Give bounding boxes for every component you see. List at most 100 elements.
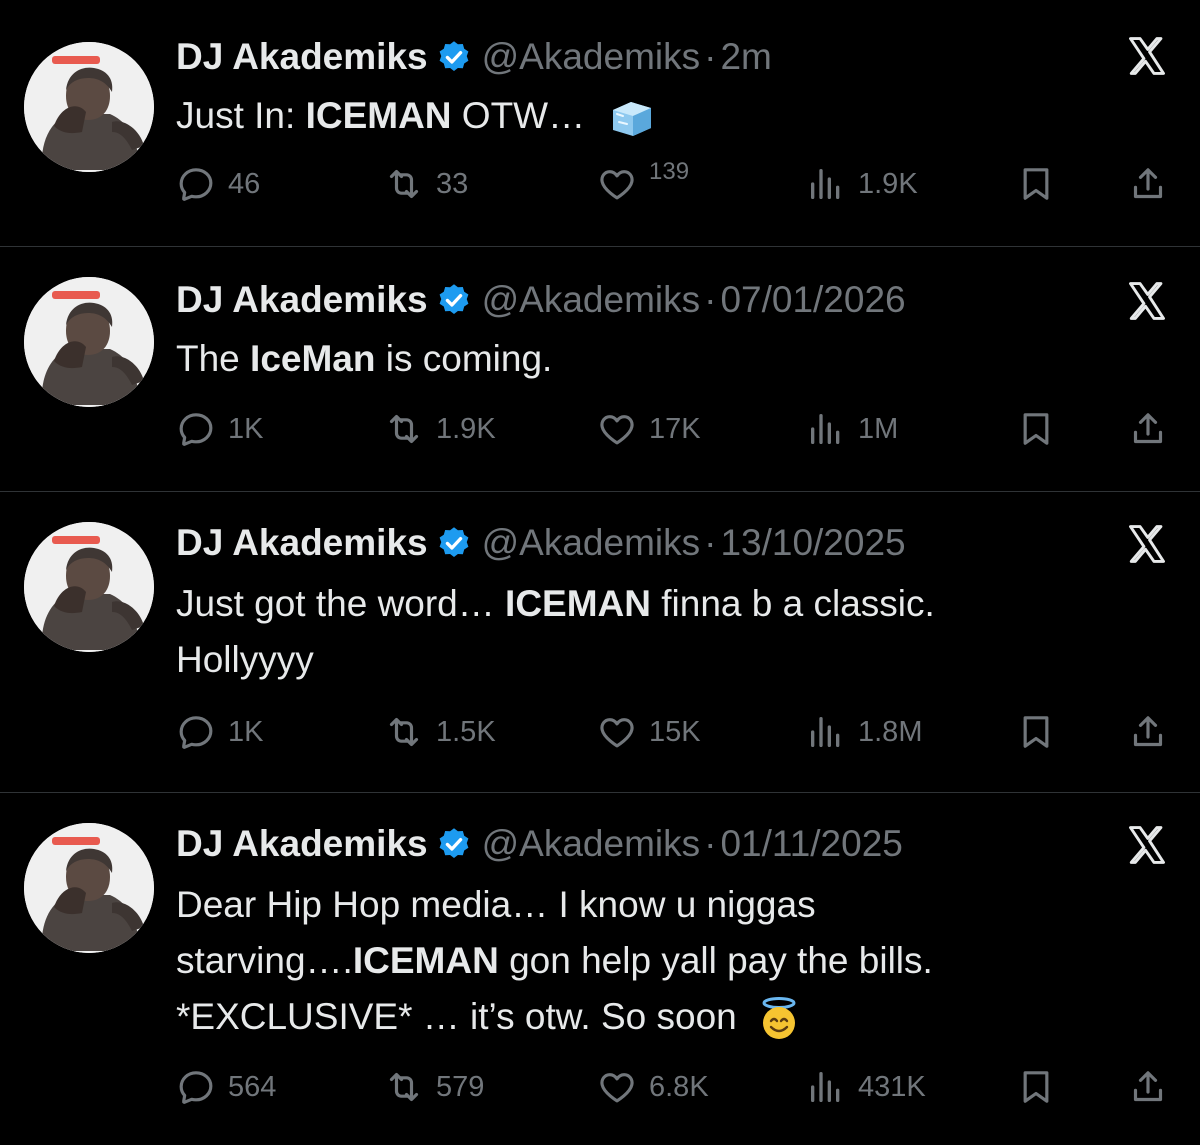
like-icon xyxy=(597,712,637,752)
tweet-text: Dear Hip Hop media… I know u niggas star… xyxy=(176,877,1096,1045)
avatar[interactable] xyxy=(24,823,154,953)
x-logo-icon xyxy=(1122,279,1172,323)
reply-count: 564 xyxy=(228,1070,277,1103)
text-segment: Dear Hip Hop media… I know u niggas xyxy=(176,884,816,925)
share-icon xyxy=(1128,712,1168,752)
author-handle[interactable]: @Akademiks xyxy=(482,823,701,865)
share-button[interactable] xyxy=(1128,409,1168,449)
repost-button[interactable]: 1.5K xyxy=(384,712,496,752)
bookmark-icon xyxy=(1016,164,1056,204)
reply-icon xyxy=(176,164,216,204)
separator: · xyxy=(704,36,717,77)
x-logo-icon xyxy=(1122,823,1172,867)
repost-button[interactable]: 33 xyxy=(384,164,468,204)
share-button[interactable] xyxy=(1128,712,1168,752)
text-segment: is coming. xyxy=(375,338,553,379)
repost-button[interactable]: 579 xyxy=(384,1067,484,1107)
share-button[interactable] xyxy=(1128,1067,1168,1107)
author-handle[interactable]: @Akademiks xyxy=(482,279,701,321)
like-button[interactable]: 15K xyxy=(597,712,701,752)
text-segment: starving…. xyxy=(176,940,353,981)
share-icon xyxy=(1128,409,1168,449)
tweet-header: DJ Akademiks @Akademiks · 13/10/2025 xyxy=(176,522,906,564)
ice-cube-icon xyxy=(613,102,652,137)
author-name[interactable]: DJ Akademiks xyxy=(176,522,428,564)
views-button[interactable]: 431K xyxy=(806,1067,926,1107)
reply-count: 1K xyxy=(228,412,264,445)
reply-icon xyxy=(176,409,216,449)
timestamp[interactable]: 13/10/2025 xyxy=(720,522,905,564)
bookmark-button[interactable] xyxy=(1016,712,1056,752)
share-icon xyxy=(1128,164,1168,204)
verified-badge-icon xyxy=(436,525,472,561)
action-bar: 1K 1.5K 15K 1.8M xyxy=(0,712,1200,756)
bookmark-button[interactable] xyxy=(1016,164,1056,204)
text-line: *EXCLUSIVE* … it’s otw. So soon xyxy=(176,989,1096,1045)
views-button[interactable]: 1.9K xyxy=(806,164,918,204)
timestamp[interactable]: 07/01/2026 xyxy=(720,279,905,321)
share-button[interactable] xyxy=(1128,164,1168,204)
tweet[interactable]: DJ Akademiks @Akademiks · 13/10/2025 Jus… xyxy=(0,492,1200,792)
views-button[interactable]: 1M xyxy=(806,409,898,449)
like-button[interactable]: 17K xyxy=(597,409,701,449)
share-icon xyxy=(1128,1067,1168,1107)
action-bar: 46 33 139 1.9K xyxy=(0,158,1200,208)
views-count: 431K xyxy=(858,1070,926,1103)
text-segment: finna b a classic. xyxy=(651,583,935,624)
views-icon xyxy=(806,409,846,449)
verified-badge-icon xyxy=(436,282,472,318)
tweet[interactable]: DJ Akademiks @Akademiks · 07/01/2026 The… xyxy=(0,247,1200,491)
verified-badge-icon xyxy=(436,39,472,75)
repost-icon xyxy=(384,409,424,449)
timestamp[interactable]: 01/11/2025 xyxy=(720,823,902,865)
repost-icon xyxy=(384,712,424,752)
bookmark-icon xyxy=(1016,409,1056,449)
avatar[interactable] xyxy=(24,42,154,172)
text-line: starving….ICEMAN gon help yall pay the b… xyxy=(176,933,1096,989)
views-count: 1.8M xyxy=(858,715,923,748)
reply-button[interactable]: 46 xyxy=(176,164,260,204)
like-count: 6.8K xyxy=(649,1070,709,1103)
author-name[interactable]: DJ Akademiks xyxy=(176,36,428,78)
tweet-text: Just got the word… ICEMAN finna b a clas… xyxy=(176,576,1096,688)
tweet-text: Just In: ICEMAN OTW… xyxy=(176,88,1096,144)
reply-button[interactable]: 1K xyxy=(176,409,263,449)
reply-button[interactable]: 1K xyxy=(176,712,263,752)
author-handle[interactable]: @Akademiks xyxy=(482,36,701,78)
author-handle[interactable]: @Akademiks xyxy=(482,522,701,564)
bookmark-icon xyxy=(1016,1067,1056,1107)
author-name[interactable]: DJ Akademiks xyxy=(176,279,428,321)
text-segment-bold: ICEMAN xyxy=(352,940,499,981)
text-segment: *EXCLUSIVE* … it’s otw. So soon xyxy=(176,996,737,1037)
like-button[interactable]: 6.8K xyxy=(597,1067,709,1107)
x-logo-icon xyxy=(1122,522,1172,566)
bookmark-icon xyxy=(1016,712,1056,752)
tweet-header: DJ Akademiks @Akademiks · 07/01/2026 xyxy=(176,279,906,321)
action-bar: 1K 1.9K 17K 1M xyxy=(0,409,1200,453)
bookmark-button[interactable] xyxy=(1016,1067,1056,1107)
tweet-header: DJ Akademiks @Akademiks · 2m xyxy=(176,36,772,78)
author-name[interactable]: DJ Akademiks xyxy=(176,823,428,865)
x-logo-icon xyxy=(1122,34,1172,78)
like-icon xyxy=(597,164,637,204)
avatar[interactable] xyxy=(24,277,154,407)
views-button[interactable]: 1.8M xyxy=(806,712,922,752)
separator: · xyxy=(704,823,717,864)
action-bar: 564 579 6.8K 431K xyxy=(0,1067,1200,1111)
timestamp[interactable]: 2m xyxy=(720,36,771,78)
reply-count: 1K xyxy=(228,715,264,748)
text-segment: gon help yall pay the bills. xyxy=(498,940,933,981)
like-button[interactable]: 139 xyxy=(597,158,689,204)
tweet[interactable]: DJ Akademiks @Akademiks · 2m Just In: IC… xyxy=(0,0,1200,246)
tweet-header: DJ Akademiks @Akademiks · 01/11/2025 xyxy=(176,823,903,865)
repost-icon xyxy=(384,1067,424,1107)
repost-icon xyxy=(384,164,424,204)
tweet[interactable]: DJ Akademiks @Akademiks · 01/11/2025 Dea… xyxy=(0,793,1200,1145)
reply-button[interactable]: 564 xyxy=(176,1067,276,1107)
text-segment: OTW… xyxy=(451,95,586,136)
repost-button[interactable]: 1.9K xyxy=(384,409,496,449)
avatar[interactable] xyxy=(24,522,154,652)
bookmark-button[interactable] xyxy=(1016,409,1056,449)
like-icon xyxy=(597,409,637,449)
views-count: 1M xyxy=(858,412,899,445)
